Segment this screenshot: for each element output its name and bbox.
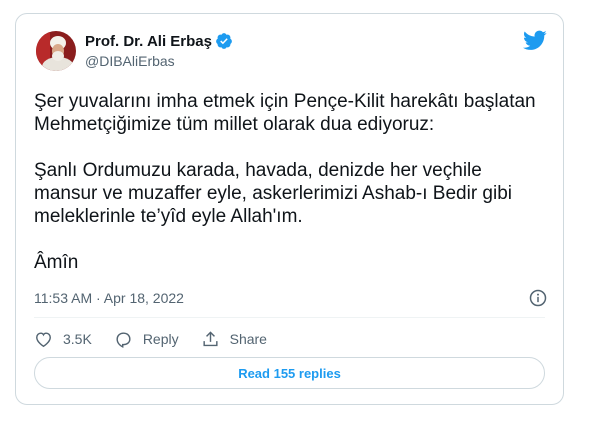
twitter-bird-icon[interactable] — [523, 28, 547, 52]
author-name[interactable]: Prof. Dr. Ali Erbaş — [85, 33, 212, 50]
info-icon[interactable] — [529, 289, 547, 307]
tweet-paragraph-3: Âmîn — [34, 252, 79, 273]
avatar[interactable] — [36, 31, 76, 71]
share-upload-icon — [203, 330, 218, 346]
read-replies-button[interactable]: Read 155 replies — [34, 357, 545, 389]
share-label: Share — [229, 331, 267, 347]
reply-label: Reply — [142, 331, 179, 347]
heart-icon — [36, 331, 51, 347]
reply-button[interactable]: Reply — [114, 330, 179, 349]
tweet-paragraph-2: Şanlı Ordumuzu karada, havada, denizde h… — [34, 160, 513, 227]
like-count: 3.5K — [63, 331, 92, 347]
like-button[interactable]: 3.5K — [34, 330, 92, 349]
tweet-timestamp[interactable]: 11:53 AM · Apr 18, 2022 — [34, 290, 184, 306]
share-button[interactable]: Share — [201, 330, 267, 349]
tweet-paragraph-1: Şer yuvalarını imha etmek için Pençe-Kil… — [34, 91, 536, 135]
speech-bubble-icon — [116, 331, 131, 348]
verified-badge-icon — [215, 32, 233, 50]
tweet-text: Şer yuvalarını imha etmek için Pençe-Kil… — [34, 90, 544, 274]
tweet-card[interactable]: Prof. Dr. Ali Erbaş @DIBAliErbas Şer yuv… — [15, 13, 564, 405]
author-handle[interactable]: @DIBAliErbas — [85, 53, 233, 69]
divider — [34, 317, 545, 318]
